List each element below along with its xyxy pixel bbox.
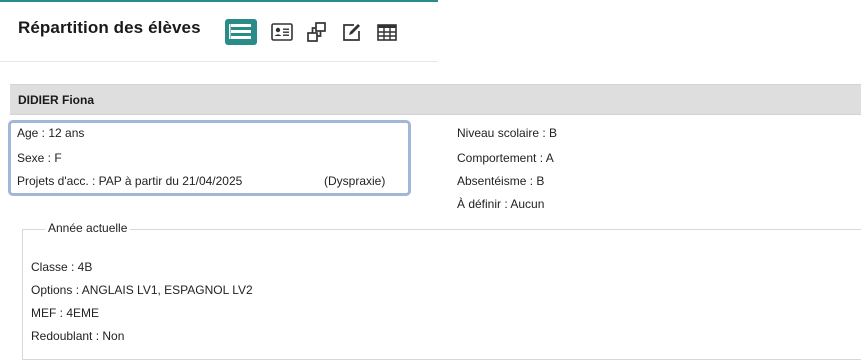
mef-label: MEF : 4EME — [31, 306, 100, 320]
page-header: Répartition des élèves — [0, 0, 438, 62]
comportement-label: Comportement : A — [457, 151, 554, 165]
id-card-icon — [269, 20, 295, 44]
annee-actuelle-legend: Année actuelle — [45, 221, 131, 235]
edit-icon — [339, 20, 365, 44]
niveau-scolaire-label: Niveau scolaire : B — [457, 126, 558, 140]
page-title: Répartition des élèves — [18, 18, 201, 37]
age-label: Age : 12 ans — [17, 126, 85, 140]
student-header-bar: DIDIER Fiona — [10, 84, 861, 115]
classe-label: Classe : 4B — [31, 260, 93, 274]
projets-label: Projets d'acc. : PAP à partir du 21/04/2… — [17, 174, 243, 188]
table-grid-icon — [374, 20, 400, 44]
options-label: Options : ANGLAIS LV1, ESPAGNOL LV2 — [31, 283, 253, 297]
list-view-icon — [224, 18, 258, 46]
list-view-button[interactable] — [224, 18, 258, 46]
absenteisme-label: Absentéisme : B — [457, 174, 545, 188]
hierarchy-icon — [304, 20, 330, 44]
grid-view-button[interactable] — [372, 18, 402, 46]
student-name: DIDIER Fiona — [18, 93, 95, 107]
projets-note: (Dyspraxie) — [324, 174, 386, 188]
edit-view-button[interactable] — [337, 18, 367, 46]
sexe-label: Sexe : F — [17, 151, 62, 165]
hierarchy-view-button[interactable] — [302, 18, 332, 46]
a-definir-label: À définir : Aucun — [457, 197, 545, 211]
redoublant-label: Redoublant : Non — [31, 329, 125, 343]
card-view-button[interactable] — [267, 18, 297, 46]
